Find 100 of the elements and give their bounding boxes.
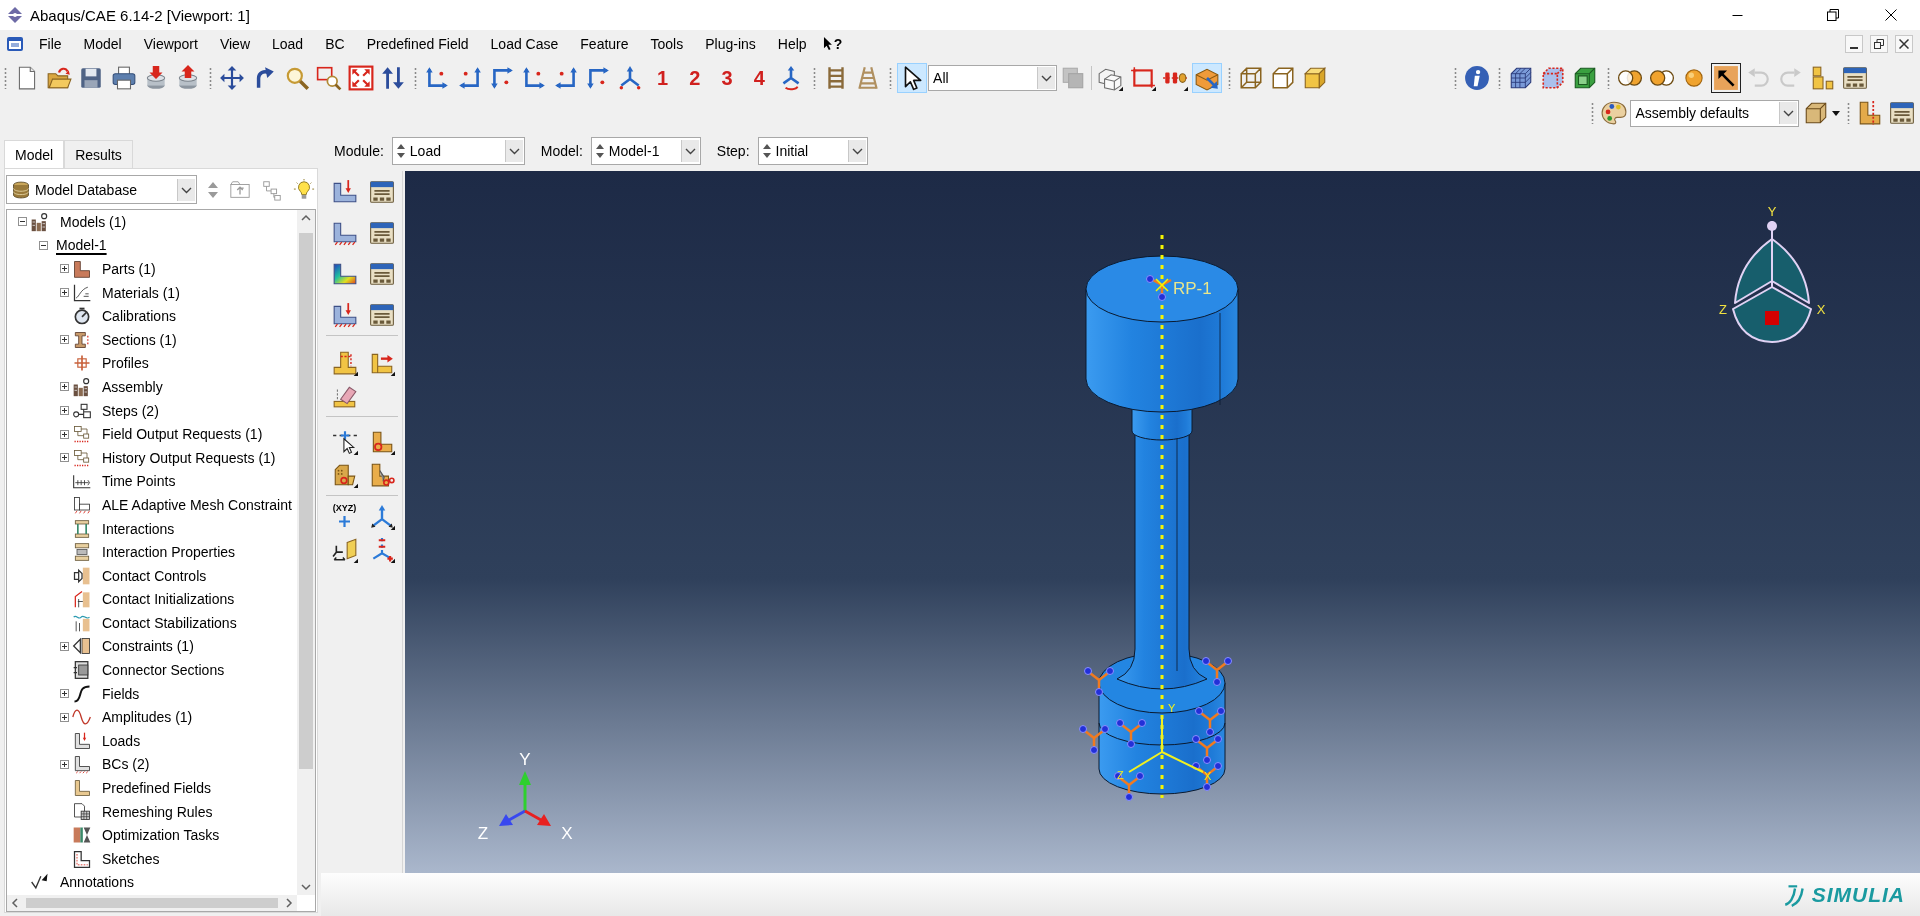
child-close-button[interactable] (1895, 34, 1913, 53)
menu-item[interactable]: Load (261, 31, 315, 56)
tree-item[interactable]: Time Points (102, 472, 176, 491)
tree-item[interactable]: Constraints (1) (102, 637, 194, 656)
toolbar-handle[interactable] (209, 67, 213, 89)
manager-window-icon[interactable] (368, 219, 395, 246)
t-block-icon[interactable] (331, 349, 358, 376)
l-shape-arrow-hatch-icon[interactable] (331, 301, 358, 328)
model-dropdown[interactable]: Model-1 (590, 137, 701, 165)
tree-item[interactable]: BCs (2) (102, 755, 150, 774)
viewport-number-button[interactable]: 4 (746, 64, 773, 92)
collapse-toggle-icon[interactable] (39, 240, 48, 250)
expand-toggle-icon[interactable] (60, 453, 69, 463)
tree-item[interactable]: Interactions (102, 519, 175, 538)
toolbar-handle[interactable] (4, 67, 7, 89)
menu-item[interactable]: Load Case (479, 31, 570, 56)
tree-item[interactable]: Connector Sections (102, 661, 225, 680)
dialog-window-icon[interactable] (1888, 100, 1915, 126)
palette-icon[interactable] (1601, 100, 1628, 126)
tree-item[interactable]: Loads (102, 731, 141, 750)
tree-nodes-icon[interactable] (261, 178, 283, 201)
box-zoom-icon[interactable] (315, 65, 342, 91)
tree-item[interactable]: ALE Adaptive Mesh Constraint (102, 495, 292, 514)
window-menu-icon[interactable] (6, 34, 24, 53)
expand-toggle-icon[interactable] (60, 382, 69, 392)
tree-item[interactable]: History Output Requests (1) (102, 448, 276, 467)
manager-window-icon[interactable] (368, 260, 395, 287)
module-dropdown[interactable]: Load (391, 137, 525, 165)
tree-item[interactable]: Optimization Tasks (102, 826, 220, 845)
toolbar-handle[interactable] (1606, 67, 1610, 89)
child-minimize-button[interactable] (1845, 34, 1863, 53)
tree-item[interactable]: Models (1) (60, 212, 127, 231)
tree-item[interactable]: Predefined Fields (102, 779, 211, 798)
lightbulb-icon[interactable] (293, 178, 315, 201)
expand-toggle-icon[interactable] (60, 429, 69, 439)
axis-view-icon[interactable] (553, 65, 580, 91)
tree-item[interactable]: Parts (1) (102, 260, 156, 278)
dropdown-arrow-icon[interactable] (1831, 110, 1840, 116)
tree-item[interactable]: Sections (1) (102, 330, 177, 349)
tree-item[interactable]: Fields (102, 684, 140, 703)
folder-up-icon[interactable] (229, 178, 251, 201)
fit-view-icon[interactable] (347, 65, 374, 91)
axis-view-icon[interactable] (488, 65, 515, 91)
cursor-box-icon[interactable] (1711, 63, 1742, 93)
panel-tab[interactable]: Model (4, 140, 65, 168)
viewport-number-button[interactable]: 1 (649, 64, 676, 92)
toolbar-handle[interactable] (888, 67, 892, 89)
dumbbell-part-drawing[interactable] (1085, 255, 1239, 795)
datum-cursor-icon[interactable] (331, 428, 358, 455)
tree-item[interactable]: Annotations (60, 873, 134, 892)
tree-item[interactable]: Calibrations (102, 307, 176, 326)
tree-item[interactable]: Interaction Properties (102, 543, 236, 562)
tree-item[interactable]: Contact Stabilizations (102, 613, 237, 632)
panel-tab[interactable]: Results (64, 140, 133, 168)
viewport-number-button[interactable]: 2 (681, 64, 708, 92)
toolbar-handle[interactable] (1453, 67, 1457, 89)
expand-toggle-icon[interactable] (60, 689, 69, 699)
menu-item[interactable]: Help (766, 31, 818, 56)
dashed-cube-icon[interactable] (1540, 65, 1567, 91)
expand-toggle-icon[interactable] (60, 288, 69, 298)
toolbar-handle[interactable] (1228, 67, 1231, 89)
menu-item[interactable]: Viewport (132, 31, 209, 56)
expand-toggle-icon[interactable] (60, 335, 69, 345)
manager-window-icon[interactable] (368, 178, 395, 205)
dashed-rectangle-icon[interactable] (1129, 65, 1156, 91)
menu-item[interactable]: View (208, 31, 261, 56)
l-shape-arrow-icon[interactable] (331, 178, 358, 205)
menu-item[interactable]: Predefined Field (355, 31, 480, 56)
triad-icon[interactable] (368, 503, 395, 530)
manager-window-icon[interactable] (368, 301, 395, 328)
toolbar-handle[interactable] (1591, 102, 1595, 124)
collapse-toggle-icon[interactable] (18, 217, 27, 227)
wireframe-cube-icon[interactable] (1238, 65, 1265, 91)
tree-item[interactable]: Contact Controls (102, 566, 207, 585)
datum-point-button[interactable]: (XYZ) (329, 502, 360, 531)
tree-item[interactable]: Steps (2) (102, 401, 159, 420)
scrollbar-thumb[interactable] (26, 898, 278, 908)
tree-item[interactable]: Assembly (102, 377, 163, 396)
render-style-dropdown[interactable]: Assembly defaults (1630, 99, 1800, 127)
child-restore-button[interactable] (1870, 34, 1888, 53)
view-cube[interactable] (1732, 220, 1812, 343)
plane-axes-icon[interactable] (331, 536, 358, 563)
outline-cube-icon[interactable] (1270, 65, 1297, 91)
axis-view-icon[interactable] (456, 65, 483, 91)
tree-item[interactable]: Contact Initializations (102, 590, 235, 609)
menu-item[interactable]: Feature (569, 31, 640, 56)
selection-filter-dropdown[interactable]: All (928, 65, 1058, 91)
expand-toggle-icon[interactable] (60, 642, 69, 651)
tree-item[interactable]: Amplitudes (1) (102, 708, 193, 727)
dialog-window-icon[interactable] (1841, 65, 1868, 91)
open-folder-icon[interactable] (46, 65, 73, 91)
whats-this-button[interactable]: ? (817, 31, 854, 56)
tree-item[interactable]: Field Output Requests (1) (102, 425, 263, 444)
horizontal-scrollbar[interactable] (7, 895, 297, 911)
menu-item[interactable]: File (28, 31, 73, 56)
expand-toggle-icon[interactable] (60, 759, 69, 769)
menu-item[interactable]: Tools (639, 31, 695, 56)
step-dropdown[interactable]: Initial (757, 137, 868, 165)
tree-item[interactable]: Materials (1) (102, 283, 180, 302)
info-icon[interactable] (1463, 65, 1490, 91)
